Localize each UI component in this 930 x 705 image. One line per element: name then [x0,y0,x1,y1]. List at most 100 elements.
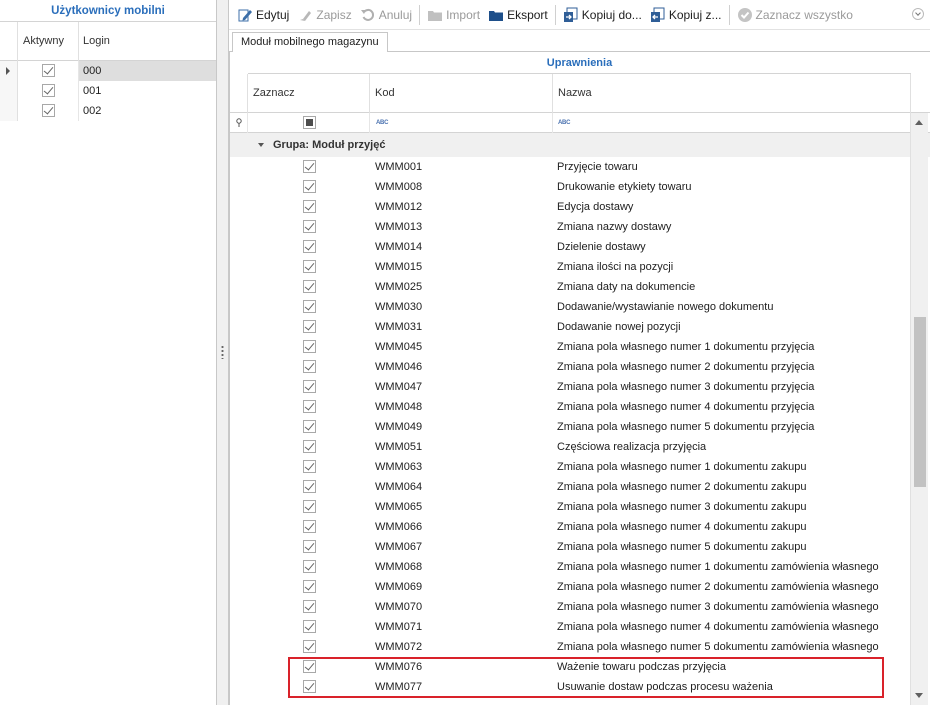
group-row[interactable]: Grupa: Moduł przyjęć [230,133,930,157]
permission-checkbox[interactable] [303,480,316,493]
user-row[interactable]: 002 [0,101,216,121]
permission-checkbox[interactable] [303,540,316,553]
permission-row[interactable]: WMM030 Dodawanie/wystawianie nowego dokum… [230,297,930,317]
scroll-down-icon[interactable] [915,693,923,698]
filter-code[interactable]: A͏B͏C [370,113,553,133]
permission-row[interactable]: WMM068 Zmiana pola własnego numer 1 dokum… [230,557,930,577]
permission-checkbox[interactable] [303,380,316,393]
permission-row[interactable]: WMM046 Zmiana pola własnego numer 2 dokum… [230,357,930,377]
permission-checkbox[interactable] [303,500,316,513]
permission-row[interactable]: WMM025 Zmiana daty na dokumencie [230,277,930,297]
filter-name[interactable]: A͏B͏C [553,113,911,133]
permission-row[interactable]: WMM064 Zmiana pola własnego numer 2 dokum… [230,477,930,497]
name-cell: Zmiana pola własnego numer 2 dokumentu z… [557,581,879,593]
permission-checkbox[interactable] [303,600,316,613]
permission-row[interactable]: WMM069 Zmiana pola własnego numer 2 dokum… [230,577,930,597]
copy-from-button[interactable]: Kopiuj z... [646,3,726,27]
login-cell[interactable]: 001 [79,81,216,101]
active-checkbox[interactable] [42,104,55,117]
permission-row[interactable]: WMM049 Zmiana pola własnego numer 5 dokum… [230,417,930,437]
user-row[interactable]: 000 [0,61,216,81]
permission-checkbox[interactable] [303,260,316,273]
permission-checkbox[interactable] [303,560,316,573]
permission-row[interactable]: WMM065 Zmiana pola własnego numer 3 dokum… [230,497,930,517]
cancel-button[interactable]: Anuluj [356,3,416,27]
permission-checkbox[interactable] [303,180,316,193]
column-header-login[interactable]: Login [79,22,110,61]
tab-mobile-warehouse-module[interactable]: Moduł mobilnego magazynu [232,32,388,53]
permission-checkbox[interactable] [303,160,316,173]
code-cell: WMM001 [375,161,423,173]
permission-row[interactable]: WMM015 Zmiana ilości na pozycji [230,257,930,277]
permission-row[interactable]: WMM071 Zmiana pola własnego numer 4 dokum… [230,617,930,637]
scroll-thumb[interactable] [914,317,926,487]
column-header-code[interactable]: Kod [370,74,553,113]
login-cell[interactable]: 002 [79,101,216,121]
permission-checkbox[interactable] [303,240,316,253]
vertical-scrollbar[interactable] [910,113,928,705]
user-row[interactable]: 001 [0,81,216,101]
filter-checkbox[interactable] [303,116,316,129]
permission-row[interactable]: WMM048 Zmiana pola własnego numer 4 dokum… [230,397,930,417]
column-header-name[interactable]: Nazwa [553,74,911,113]
login-cell[interactable]: 000 [79,61,216,81]
edit-button[interactable]: Edytuj [233,3,293,27]
permission-row[interactable]: WMM012 Edycja dostawy [230,197,930,217]
permission-checkbox[interactable] [303,580,316,593]
permission-checkbox[interactable] [303,460,316,473]
name-cell: Zmiana pola własnego numer 1 dokumentu p… [557,341,815,353]
permission-row[interactable]: WMM066 Zmiana pola własnego numer 4 dokum… [230,517,930,537]
permission-checkbox[interactable] [303,280,316,293]
current-row-arrow-icon [6,67,10,75]
import-button[interactable]: Import [423,3,484,27]
permission-row[interactable]: WMM031 Dodawanie nowej pozycji [230,317,930,337]
permission-row[interactable]: WMM014 Dzielenie dostawy [230,237,930,257]
folder-icon [488,7,504,23]
save-button[interactable]: Zapisz [293,3,355,27]
permission-row[interactable]: WMM051 Częściowa realizacja przyjęcia [230,437,930,457]
permission-checkbox[interactable] [303,360,316,373]
column-header-select[interactable]: Zaznacz [248,74,370,113]
permission-checkbox[interactable] [303,440,316,453]
permission-checkbox[interactable] [303,200,316,213]
active-checkbox[interactable] [42,84,55,97]
permission-row[interactable]: WMM001 Przyjęcie towaru [230,157,930,177]
permission-checkbox[interactable] [303,680,316,693]
permission-checkbox[interactable] [303,340,316,353]
scroll-up-icon[interactable] [915,120,923,125]
select-cell [248,177,370,197]
filter-select[interactable] [248,113,370,133]
permission-row[interactable]: WMM067 Zmiana pola własnego numer 5 dokum… [230,537,930,557]
copy-to-button[interactable]: Kopiuj do... [559,3,646,27]
permission-checkbox[interactable] [303,400,316,413]
copy-from-icon [650,7,666,23]
permission-checkbox[interactable] [303,300,316,313]
permission-row[interactable]: WMM045 Zmiana pola własnego numer 1 dokum… [230,337,930,357]
permission-row[interactable]: WMM077 Usuwanie dostaw podczas procesu wa… [230,677,930,697]
permission-row[interactable]: WMM076 Ważenie towaru podczas przyjęcia [230,657,930,677]
active-checkbox[interactable] [42,64,55,77]
permission-row[interactable]: WMM063 Zmiana pola własnego numer 1 dokum… [230,457,930,477]
permission-checkbox[interactable] [303,420,316,433]
permission-row[interactable]: WMM072 Zmiana pola własnego numer 5 dokum… [230,637,930,657]
select-cell [248,397,370,417]
permission-checkbox[interactable] [303,620,316,633]
permission-row[interactable]: WMM070 Zmiana pola własnego numer 3 dokum… [230,597,930,617]
select-all-button[interactable]: Zaznacz wszystko [733,3,857,27]
cancel-label: Anuluj [378,7,413,22]
permission-checkbox[interactable] [303,640,316,653]
permission-checkbox[interactable] [303,220,316,233]
code-cell: WMM046 [375,361,423,373]
permission-checkbox[interactable] [303,520,316,533]
permission-checkbox[interactable] [303,320,316,333]
panel-splitter[interactable] [216,0,229,705]
permission-row[interactable]: WMM008 Drukowanie etykiety towaru [230,177,930,197]
permission-checkbox[interactable] [303,660,316,673]
permission-row[interactable]: WMM013 Zmiana nazwy dostawy [230,217,930,237]
column-header-active[interactable]: Aktywny [18,22,79,61]
permission-row[interactable]: WMM047 Zmiana pola własnego numer 3 dokum… [230,377,930,397]
export-button[interactable]: Eksport [484,3,552,27]
toolbar-overflow-icon[interactable] [912,8,924,20]
collapse-triangle-icon[interactable] [258,143,264,147]
code-cell: WMM077 [375,681,423,693]
